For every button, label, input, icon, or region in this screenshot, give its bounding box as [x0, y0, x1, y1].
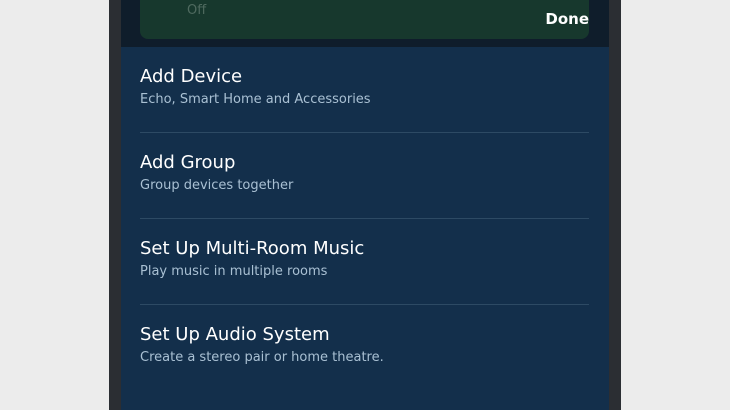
off-status-label: Off	[187, 3, 207, 18]
add-menu: Add Device Echo, Smart Home and Accessor…	[140, 47, 589, 390]
menu-item-subtitle: Create a stereo pair or home theatre.	[140, 350, 384, 365]
menu-item-title: Add Group	[140, 152, 236, 173]
status-card: Off	[140, 0, 589, 39]
phone-frame: Off Done Add Device Echo, Smart Home and…	[109, 0, 621, 410]
menu-item-add-device[interactable]: Add Device Echo, Smart Home and Accessor…	[140, 47, 589, 133]
menu-item-title: Add Device	[140, 66, 243, 87]
menu-item-subtitle: Echo, Smart Home and Accessories	[140, 92, 371, 107]
header-panel: Off Done	[121, 0, 609, 47]
menu-item-title: Set Up Audio System	[140, 324, 330, 345]
menu-item-add-group[interactable]: Add Group Group devices together	[140, 133, 589, 219]
done-button[interactable]: Done	[545, 10, 589, 28]
menu-item-subtitle: Play music in multiple rooms	[140, 264, 328, 279]
app-stage: Off Done Add Device Echo, Smart Home and…	[0, 0, 730, 410]
menu-item-multi-room-music[interactable]: Set Up Multi-Room Music Play music in mu…	[140, 219, 589, 305]
menu-item-title: Set Up Multi-Room Music	[140, 238, 365, 259]
phone-screen: Off Done Add Device Echo, Smart Home and…	[121, 0, 609, 410]
menu-item-subtitle: Group devices together	[140, 178, 294, 193]
menu-item-audio-system[interactable]: Set Up Audio System Create a stereo pair…	[140, 305, 589, 390]
